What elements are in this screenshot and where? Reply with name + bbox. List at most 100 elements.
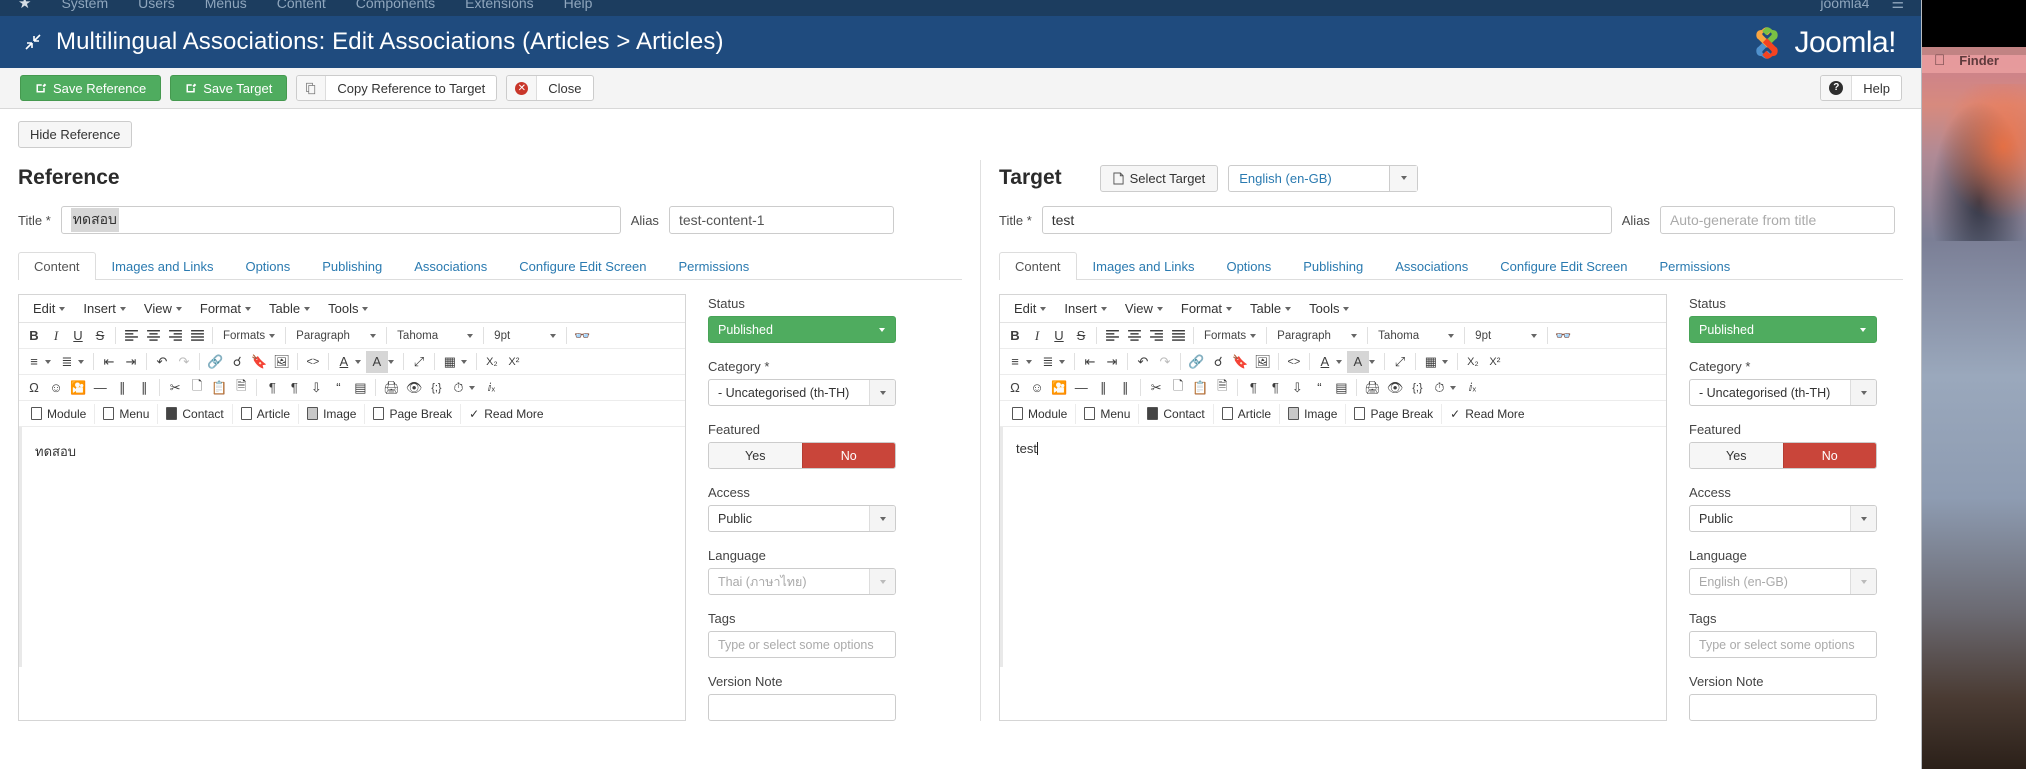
admin-menu-item-menus[interactable]: Menus [205,0,247,11]
admin-menu-item-components[interactable]: Components [356,0,435,11]
media-icon[interactable]: 🎦 [1048,377,1070,399]
preview-icon[interactable]: 👁 [1384,377,1407,399]
rtl-icon[interactable]: ∥ [133,377,155,399]
insert-date-icon[interactable]: ⏱ [447,377,469,399]
paragraph-icon[interactable]: ¶ [261,377,283,399]
editor-menu-format[interactable]: Format [1172,298,1241,319]
editor-button-contact[interactable]: Contact [158,403,233,424]
target-tab-associations[interactable]: Associations [1379,252,1484,280]
target-tab-publishing[interactable]: Publishing [1287,252,1379,280]
editor-menu-insert[interactable]: Insert [74,298,135,319]
redo-icon[interactable]: ↷ [173,351,195,373]
clear-formatting-icon[interactable]: ⅈₓ [1461,377,1483,399]
preview-icon[interactable]: 👁 [403,377,426,399]
reference-featured-toggle[interactable]: Yes No [708,442,896,469]
target-tags-input[interactable]: Type or select some options [1689,631,1877,658]
bold-icon[interactable]: B [1004,325,1026,347]
underline-icon[interactable]: U [67,325,89,347]
editor-menu-tools[interactable]: Tools [1300,298,1358,319]
font-family-dropdown[interactable]: Tahoma [1372,330,1460,342]
anchor-icon[interactable]: 🔖 [248,351,270,373]
emoticon-icon[interactable]: ☺ [1026,377,1048,399]
horizontal-rule-icon[interactable]: — [1070,377,1092,399]
paste-icon[interactable]: 📋 [1189,377,1211,399]
image-icon[interactable]: 🖼 [1251,351,1274,373]
joomla-mark-icon[interactable]: ★ [18,0,31,12]
template-icon[interactable]: ▤ [1330,377,1352,399]
reference-category-select[interactable]: - Uncategorised (th-TH) [708,379,896,406]
target-featured-no[interactable]: No [1782,443,1876,468]
reference-tags-input[interactable]: Type or select some options [708,631,896,658]
editor-menu-edit[interactable]: Edit [1005,298,1055,319]
editor-menu-tools[interactable]: Tools [319,298,377,319]
reference-alias-input[interactable]: test-content-1 [668,206,894,234]
editor-button-article[interactable]: Article [233,403,300,424]
save-reference-button[interactable]: Save Reference [20,75,162,101]
chevron-down-icon[interactable] [78,359,84,364]
target-featured-toggle[interactable]: Yes No [1689,442,1877,469]
ltr-icon[interactable]: ∥ [111,377,133,399]
admin-menu-item-content[interactable]: Content [277,0,326,11]
collapse-arrows-icon[interactable] [22,31,44,53]
align-justify-icon[interactable] [1167,325,1189,347]
target-language-select[interactable]: English (en-GB) [1228,164,1419,192]
italic-icon[interactable]: I [45,325,67,347]
target-title-input[interactable]: test [1041,206,1612,234]
source-code-icon[interactable]: <> [302,351,324,373]
indent-icon[interactable]: ⇥ [1101,351,1123,373]
font-size-dropdown[interactable]: 9pt [488,330,562,342]
outdent-icon[interactable]: ⇤ [1079,351,1101,373]
reference-tab-permissions[interactable]: Permissions [662,252,765,280]
target-editor-canvas[interactable]: test [1000,427,1666,667]
help-button[interactable]: ? Help [1820,75,1902,101]
align-justify-icon[interactable] [186,325,208,347]
font-size-dropdown[interactable]: 9pt [1469,330,1543,342]
rtl-icon[interactable]: ∥ [1114,377,1136,399]
paste-icon[interactable]: 📋 [208,377,230,399]
bullet-list-icon[interactable]: ≡ [1004,351,1026,373]
admin-menu-item-system[interactable]: System [61,0,108,11]
target-access-select[interactable]: Public [1689,505,1877,532]
chevron-down-icon[interactable] [1441,359,1448,364]
copy-icon[interactable]: 🗋 [186,377,208,399]
block-format-dropdown[interactable]: Paragraph [290,330,382,342]
import-icon[interactable]: ⇩ [305,377,327,399]
special-character-icon[interactable]: Ω [23,377,45,399]
align-left-icon[interactable] [1101,325,1123,347]
reference-title-input[interactable]: ทดสอบ [60,206,621,234]
editor-menu-insert[interactable]: Insert [1055,298,1116,319]
admin-menu-item-users[interactable]: Users [138,0,175,11]
editor-button-contact[interactable]: Contact [1139,403,1214,424]
chevron-down-icon[interactable] [1026,359,1032,364]
superscript-icon[interactable]: X² [503,351,525,373]
undo-icon[interactable]: ↶ [151,351,173,373]
align-right-icon[interactable] [1145,325,1167,347]
table-icon[interactable]: ▦ [439,351,461,373]
target-version-note-input[interactable] [1689,694,1877,721]
editor-menu-edit[interactable]: Edit [24,298,74,319]
numbered-list-icon[interactable]: ≣ [56,351,78,373]
bold-icon[interactable]: B [23,325,45,347]
editor-menu-view[interactable]: View [135,298,191,319]
subscript-icon[interactable]: X₂ [1462,351,1484,373]
save-target-button[interactable]: Save Target [170,75,288,101]
subscript-icon[interactable]: X₂ [481,351,503,373]
template-icon[interactable]: ▤ [349,377,371,399]
special-character-icon[interactable]: Ω [1004,377,1026,399]
fullscreen-icon[interactable]: ⤢ [1389,351,1411,373]
table-icon[interactable]: ▦ [1420,351,1442,373]
superscript-icon[interactable]: X² [1484,351,1506,373]
admin-menu-item-help[interactable]: Help [564,0,593,11]
ltr-icon[interactable]: ∥ [1092,377,1114,399]
background-color-icon[interactable]: A [1346,350,1369,373]
chevron-down-icon[interactable] [1059,359,1065,364]
strikethrough-icon[interactable]: S [1070,325,1092,347]
print-icon[interactable]: 🖨 [1361,377,1384,399]
chevron-down-icon[interactable] [1368,359,1375,364]
outdent-icon[interactable]: ⇤ [98,351,120,373]
formats-dropdown[interactable]: Formats [217,330,281,342]
target-tab-permissions[interactable]: Permissions [1643,252,1746,280]
blockquote-icon[interactable]: “ [1308,377,1330,399]
editor-button-image[interactable]: Image [299,403,366,424]
reference-tab-content[interactable]: Content [18,252,96,280]
